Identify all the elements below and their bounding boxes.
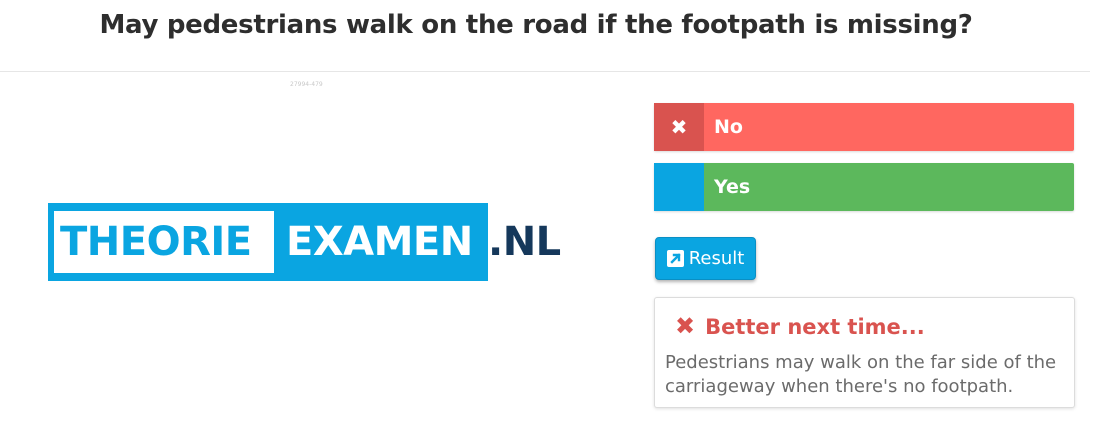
answer-label: No <box>714 116 743 138</box>
feedback-header: ✖ Better next time... <box>675 312 925 342</box>
answer-marker <box>654 163 704 211</box>
logo-text-theorie: THEORIE <box>60 219 252 265</box>
feedback-title: Better next time... <box>705 315 925 339</box>
question-image-id: 27994-479 <box>290 81 323 88</box>
result-button[interactable]: Result <box>655 237 756 280</box>
feedback-explanation: Pedestrians may walk on the far side of … <box>665 352 1057 397</box>
external-link-icon <box>666 250 684 267</box>
result-button-label: Result <box>688 248 745 269</box>
logo-text-nl: .NL <box>488 219 561 265</box>
logo-text-examen: EXAMEN <box>286 219 473 265</box>
question-title: May pedestrians walk on the road if the … <box>99 10 973 40</box>
answer-label: Yes <box>714 176 751 198</box>
close-icon: ✖ <box>654 103 704 151</box>
answer-option-no[interactable]: ✖ No <box>654 103 1074 151</box>
header-divider <box>0 71 1090 72</box>
feedback-panel: ✖ Better next time... Pedestrians may wa… <box>654 297 1075 408</box>
theorie-examen-logo: THEORIE EXAMEN .NL <box>48 203 568 281</box>
close-icon: ✖ <box>675 313 696 340</box>
answer-option-yes[interactable]: Yes <box>654 163 1074 211</box>
